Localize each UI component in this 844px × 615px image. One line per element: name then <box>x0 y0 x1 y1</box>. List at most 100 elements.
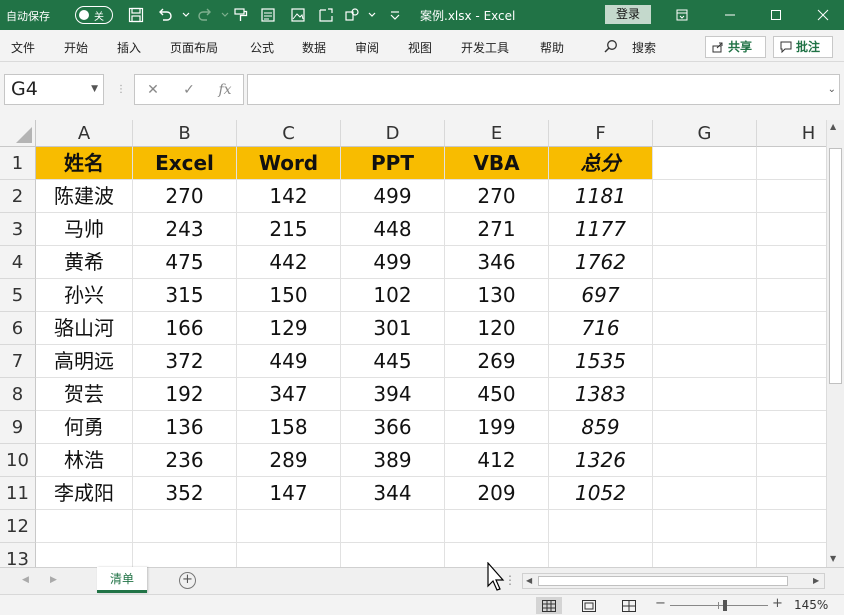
table-cell[interactable]: 697 <box>549 279 653 312</box>
table-cell[interactable]: 366 <box>341 411 445 444</box>
cell-b12[interactable] <box>133 510 237 543</box>
cell-h10[interactable] <box>757 444 826 477</box>
table-cell[interactable]: 301 <box>341 312 445 345</box>
ribbon-display-icon[interactable] <box>672 5 692 25</box>
row-header-13[interactable]: 13 <box>0 543 36 567</box>
cell-h1[interactable] <box>757 147 826 180</box>
table-cell[interactable]: 130 <box>445 279 549 312</box>
save-icon[interactable] <box>126 5 146 25</box>
worksheet-grid[interactable]: A B C D E F G H 1 2 3 4 5 6 7 8 9 10 11 12 13 姓名 Excel Word PPT V… <box>0 120 826 567</box>
table-cell[interactable]: 158 <box>237 411 341 444</box>
menu-help[interactable]: 帮助 <box>540 39 564 56</box>
undo-dropdown-icon[interactable] <box>176 5 196 25</box>
cell-g5[interactable] <box>653 279 757 312</box>
format-painter-icon[interactable] <box>231 5 251 25</box>
table-cell[interactable]: 352 <box>133 477 237 510</box>
table-header-cell[interactable]: Word <box>237 147 341 180</box>
menu-review[interactable]: 审阅 <box>355 39 379 56</box>
table-cell[interactable]: 450 <box>445 378 549 411</box>
table-cell[interactable]: 445 <box>341 345 445 378</box>
row-header-11[interactable]: 11 <box>0 477 36 510</box>
vertical-scrollbar[interactable]: ▲ ▼ <box>826 120 844 567</box>
cell-d13[interactable] <box>341 543 445 567</box>
table-cell[interactable]: 346 <box>445 246 549 279</box>
table-cell[interactable]: 389 <box>341 444 445 477</box>
row-header-12[interactable]: 12 <box>0 510 36 543</box>
shape-format-icon[interactable] <box>342 5 362 25</box>
cell-g10[interactable] <box>653 444 757 477</box>
table-cell[interactable]: 102 <box>341 279 445 312</box>
menu-insert[interactable]: 插入 <box>117 39 141 56</box>
prev-sheet-icon[interactable]: ◀ <box>22 575 29 585</box>
undo-icon[interactable] <box>155 5 175 25</box>
redo-icon[interactable] <box>195 5 215 25</box>
table-cell[interactable]: 372 <box>133 345 237 378</box>
table-cell[interactable]: 贺芸 <box>36 378 133 411</box>
cell-g1[interactable] <box>653 147 757 180</box>
cell-g8[interactable] <box>653 378 757 411</box>
table-cell[interactable]: 192 <box>133 378 237 411</box>
search-label[interactable]: 搜索 <box>632 39 656 56</box>
zoom-slider-thumb[interactable] <box>723 600 727 611</box>
column-header-g[interactable]: G <box>653 120 757 147</box>
cell-e12[interactable] <box>445 510 549 543</box>
table-cell[interactable]: 147 <box>237 477 341 510</box>
cell-h5[interactable] <box>757 279 826 312</box>
row-header-8[interactable]: 8 <box>0 378 36 411</box>
minimize-icon[interactable] <box>720 5 740 25</box>
cell-g3[interactable] <box>653 213 757 246</box>
table-cell[interactable]: 骆山河 <box>36 312 133 345</box>
table-header-cell[interactable]: VBA <box>445 147 549 180</box>
table-cell[interactable]: 270 <box>133 180 237 213</box>
enter-icon[interactable]: ✓ <box>179 80 199 100</box>
table-cell[interactable]: 209 <box>445 477 549 510</box>
table-cell[interactable]: 1181 <box>549 180 653 213</box>
table-cell[interactable]: 236 <box>133 444 237 477</box>
table-cell[interactable]: 马帅 <box>36 213 133 246</box>
table-cell[interactable]: 129 <box>237 312 341 345</box>
image-icon[interactable] <box>288 5 308 25</box>
cell-a12[interactable] <box>36 510 133 543</box>
table-cell[interactable]: 412 <box>445 444 549 477</box>
cell-c13[interactable] <box>237 543 341 567</box>
menu-view[interactable]: 视图 <box>408 39 432 56</box>
insert-function-icon[interactable]: fx <box>215 80 235 100</box>
next-sheet-icon[interactable]: ▶ <box>50 575 57 585</box>
table-cell[interactable]: 442 <box>237 246 341 279</box>
table-cell[interactable]: 何勇 <box>36 411 133 444</box>
scroll-down-icon[interactable]: ▼ <box>830 554 836 563</box>
cell-g7[interactable] <box>653 345 757 378</box>
table-cell[interactable]: 166 <box>133 312 237 345</box>
table-cell[interactable]: 136 <box>133 411 237 444</box>
shape-dropdown-icon[interactable] <box>362 5 382 25</box>
row-header-1[interactable]: 1 <box>0 147 36 180</box>
select-all-button[interactable] <box>0 120 36 147</box>
column-header-a[interactable]: A <box>36 120 133 147</box>
name-box[interactable]: G4 ▼ <box>4 74 104 105</box>
expand-formula-icon[interactable]: ⌄ <box>828 84 836 95</box>
table-header-cell[interactable]: 总分 <box>549 147 653 180</box>
cell-h11[interactable] <box>757 477 826 510</box>
cell-g4[interactable] <box>653 246 757 279</box>
table-cell[interactable]: 1177 <box>549 213 653 246</box>
table-cell[interactable]: 陈建波 <box>36 180 133 213</box>
table-header-cell[interactable]: Excel <box>133 147 237 180</box>
formula-input[interactable]: ⌄ <box>247 74 840 105</box>
cell-h3[interactable] <box>757 213 826 246</box>
row-header-2[interactable]: 2 <box>0 180 36 213</box>
cell-h7[interactable] <box>757 345 826 378</box>
table-cell[interactable]: 林浩 <box>36 444 133 477</box>
table-cell[interactable]: 150 <box>237 279 341 312</box>
comment-button[interactable]: 批注 <box>773 36 833 58</box>
menu-developer[interactable]: 开发工具 <box>461 39 509 56</box>
maximize-icon[interactable] <box>766 5 786 25</box>
scroll-up-icon[interactable]: ▲ <box>830 122 836 131</box>
scroll-left-icon[interactable]: ◀ <box>526 576 532 585</box>
table-cell[interactable]: 1535 <box>549 345 653 378</box>
cell-g9[interactable] <box>653 411 757 444</box>
cell-g11[interactable] <box>653 477 757 510</box>
cell-f13[interactable] <box>549 543 653 567</box>
column-header-h[interactable]: H <box>757 120 826 147</box>
table-cell[interactable]: 142 <box>237 180 341 213</box>
login-button[interactable]: 登录 <box>605 5 651 24</box>
